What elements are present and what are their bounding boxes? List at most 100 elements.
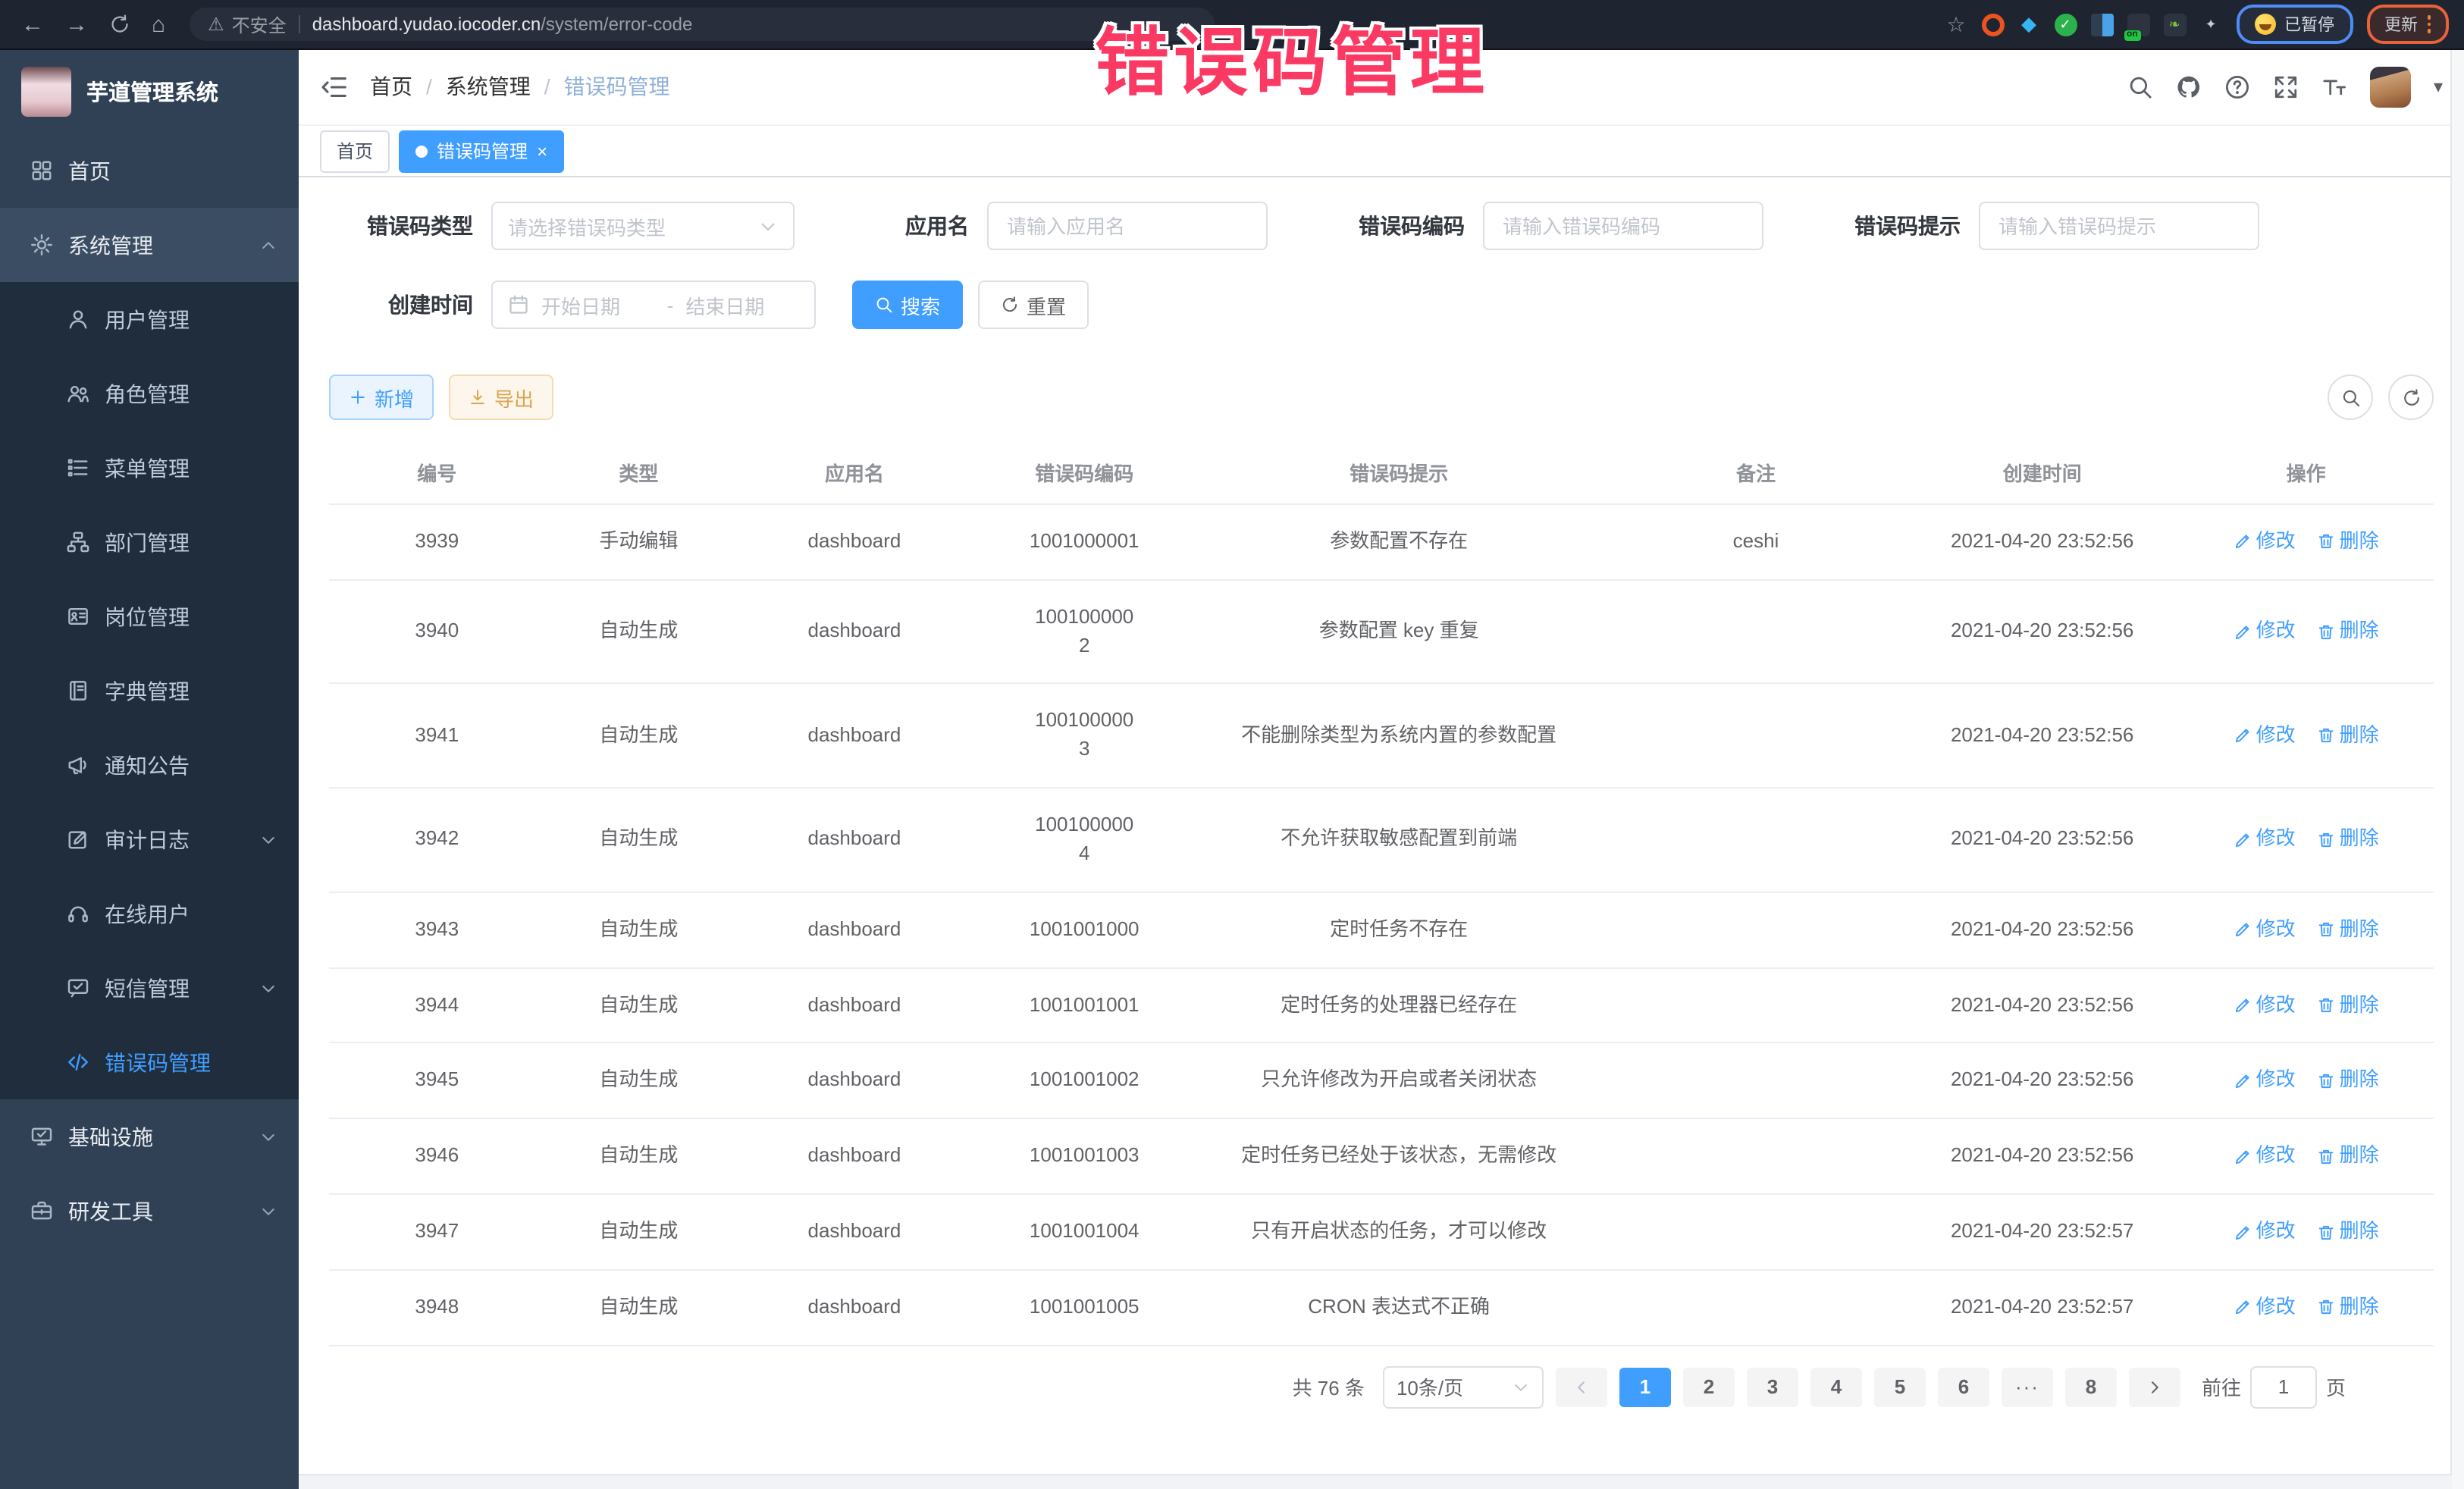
table-row[interactable]: 3946自动生成dashboard1001001003定时任务已经处于该状态，无… <box>329 1120 2434 1196</box>
page-size-select[interactable]: 10条/页 <box>1383 1366 1544 1409</box>
table-row[interactable]: 3939手动编辑dashboard1001000001参数配置不存在ceshi2… <box>329 505 2434 581</box>
error-hint-input[interactable] <box>1995 213 2243 239</box>
github-icon[interactable] <box>2176 74 2202 99</box>
page-button-4[interactable]: 4 <box>1810 1368 1862 1407</box>
export-button[interactable]: 导出 <box>449 375 553 420</box>
create-time-range-picker[interactable]: 开始日期 - 结束日期 <box>491 281 816 329</box>
edit-link[interactable]: 修改 <box>2234 617 2296 646</box>
edit-link[interactable]: 修改 <box>2234 528 2296 556</box>
help-icon[interactable] <box>2224 74 2250 99</box>
delete-link[interactable]: 删除 <box>2317 617 2379 646</box>
bookmark-star-icon[interactable]: ☆ <box>1945 13 1967 36</box>
sidebar-item-system-management[interactable]: 系统管理 <box>0 208 299 282</box>
table-row[interactable]: 3940自动生成dashboard100100000 2参数配置 key 重复2… <box>329 580 2434 684</box>
search-button[interactable]: 搜索 <box>852 281 963 329</box>
edit-link[interactable]: 修改 <box>2234 1067 2296 1096</box>
delete-link[interactable]: 删除 <box>2317 528 2379 556</box>
app-name-input[interactable] <box>1004 213 1251 239</box>
browser-update-button[interactable]: 更新 <box>2366 5 2449 44</box>
extension-gem-icon[interactable]: ◆ <box>2017 13 2040 36</box>
tab-home[interactable]: 首页 <box>320 130 390 172</box>
reset-button[interactable]: 重置 <box>978 281 1089 329</box>
edit-link[interactable]: 修改 <box>2234 826 2296 854</box>
sidebar-collapse-icon[interactable] <box>320 72 349 101</box>
extension-pinwheel-icon[interactable]: ✦ <box>2199 13 2222 36</box>
edit-link[interactable]: 修改 <box>2234 1293 2296 1322</box>
edit-link[interactable]: 修改 <box>2234 991 2296 1020</box>
sidebar-item-audit-log[interactable]: 审计日志 <box>0 802 299 876</box>
edit-link[interactable]: 修改 <box>2234 1218 2296 1246</box>
sidebar-item-error-code-management[interactable]: 错误码管理 <box>0 1025 299 1099</box>
sidebar-item-menu-management[interactable]: 菜单管理 <box>0 431 299 505</box>
browser-back-icon[interactable]: ← <box>21 11 44 37</box>
vertical-scrollbar[interactable] <box>2450 49 2464 1489</box>
page-button-6[interactable]: 6 <box>1938 1368 1989 1407</box>
refresh-table-icon[interactable] <box>2388 375 2434 420</box>
browser-menu-icon[interactable] <box>2427 16 2431 33</box>
delete-link[interactable]: 删除 <box>2317 1218 2379 1246</box>
browser-home-icon[interactable]: ⌂ <box>152 11 165 37</box>
profile-paused-badge[interactable]: 已暂停 <box>2236 5 2353 44</box>
page-button-8[interactable]: 8 <box>2065 1368 2117 1407</box>
extension-check-icon[interactable]: ✓ <box>2054 13 2077 36</box>
extension-on-badge-icon[interactable]: on <box>2127 13 2149 36</box>
sidebar-item-sms-management[interactable]: 短信管理 <box>0 951 299 1025</box>
table-row[interactable]: 3945自动生成dashboard1001001002只允许修改为开启或者关闭状… <box>329 1044 2434 1120</box>
extension-grid-icon[interactable] <box>2090 13 2113 36</box>
extension-orange-icon[interactable] <box>1981 13 2004 36</box>
next-page-icon[interactable] <box>2129 1368 2180 1407</box>
browser-forward-icon[interactable]: → <box>65 11 88 37</box>
browser-address-bar[interactable]: ⚠ 不安全 dashboard.yudao.iocoder.cn/system/… <box>190 8 1215 41</box>
error-type-select[interactable]: 请选择错误码类型 <box>491 202 795 250</box>
sidebar-item-dev-tools[interactable]: 研发工具 <box>0 1174 299 1248</box>
sidebar-item-notice[interactable]: 通知公告 <box>0 728 299 802</box>
table-row[interactable]: 3943自动生成dashboard1001001000定时任务不存在2021-0… <box>329 893 2434 969</box>
table-row[interactable]: 3944自动生成dashboard1001001001定时任务的处理器已经存在2… <box>329 968 2434 1044</box>
edit-link[interactable]: 修改 <box>2234 1143 2296 1171</box>
page-button-5[interactable]: 5 <box>1874 1368 1926 1407</box>
page-button-3[interactable]: 3 <box>1747 1368 1798 1407</box>
page-ellipsis[interactable]: ··· <box>2002 1368 2053 1407</box>
sidebar-item-home[interactable]: 首页 <box>0 133 299 208</box>
error-code-input[interactable] <box>1500 213 1747 239</box>
page-button-2[interactable]: 2 <box>1683 1368 1735 1407</box>
delete-link[interactable]: 删除 <box>2317 916 2379 945</box>
app-logo[interactable]: 芋道管理系统 <box>0 49 299 133</box>
delete-link[interactable]: 删除 <box>2317 826 2379 854</box>
sidebar-item-dict-management[interactable]: 字典管理 <box>0 654 299 728</box>
sidebar-item-user-management[interactable]: 用户管理 <box>0 282 299 356</box>
page-button-1[interactable]: 1 <box>1619 1368 1671 1407</box>
sidebar-item-infrastructure[interactable]: 基础设施 <box>0 1099 299 1174</box>
edit-link[interactable]: 修改 <box>2234 916 2296 945</box>
delete-link[interactable]: 删除 <box>2317 1067 2379 1096</box>
delete-link[interactable]: 删除 <box>2317 991 2379 1020</box>
table-row[interactable]: 3947自动生成dashboard1001001004只有开启状态的任务，才可以… <box>329 1195 2434 1271</box>
browser-reload-icon[interactable] <box>109 14 130 35</box>
sidebar-item-role-management[interactable]: 角色管理 <box>0 356 299 431</box>
sidebar-item-dept-management[interactable]: 部门管理 <box>0 505 299 579</box>
goto-page-input[interactable] <box>2250 1366 2317 1409</box>
horizontal-scrollbar[interactable] <box>299 1474 2452 1489</box>
prev-page-icon[interactable] <box>1556 1368 1607 1407</box>
breadcrumb-home[interactable]: 首页 <box>370 71 412 102</box>
fullscreen-icon[interactable] <box>2273 74 2299 99</box>
breadcrumb-system[interactable]: 系统管理 <box>446 71 531 102</box>
tab-error-code-management[interactable]: 错误码管理 × <box>399 130 564 172</box>
table-row[interactable]: 3941自动生成dashboard100100000 3不能删除类型为系统内置的… <box>329 685 2434 788</box>
edit-link[interactable]: 修改 <box>2234 722 2296 751</box>
table-row[interactable]: 3942自动生成dashboard100100000 4不允许获取敏感配置到前端… <box>329 788 2434 892</box>
font-size-icon[interactable] <box>2321 74 2347 99</box>
user-avatar[interactable] <box>2370 66 2411 107</box>
delete-link[interactable]: 删除 <box>2317 1143 2379 1171</box>
caret-down-icon[interactable]: ▾ <box>2434 76 2443 97</box>
toggle-search-icon[interactable] <box>2328 375 2373 420</box>
delete-link[interactable]: 删除 <box>2317 1293 2379 1322</box>
delete-link[interactable]: 删除 <box>2317 722 2379 751</box>
table-row[interactable]: 3948自动生成dashboard1001001005CRON 表达式不正确20… <box>329 1271 2434 1346</box>
sidebar-item-post-management[interactable]: 岗位管理 <box>0 579 299 654</box>
add-button[interactable]: 新增 <box>329 375 434 420</box>
search-icon[interactable] <box>2127 74 2153 99</box>
extension-leaf-icon[interactable]: ❧ <box>2163 13 2186 36</box>
tab-close-icon[interactable]: × <box>537 142 547 160</box>
sidebar-item-online-users[interactable]: 在线用户 <box>0 876 299 951</box>
